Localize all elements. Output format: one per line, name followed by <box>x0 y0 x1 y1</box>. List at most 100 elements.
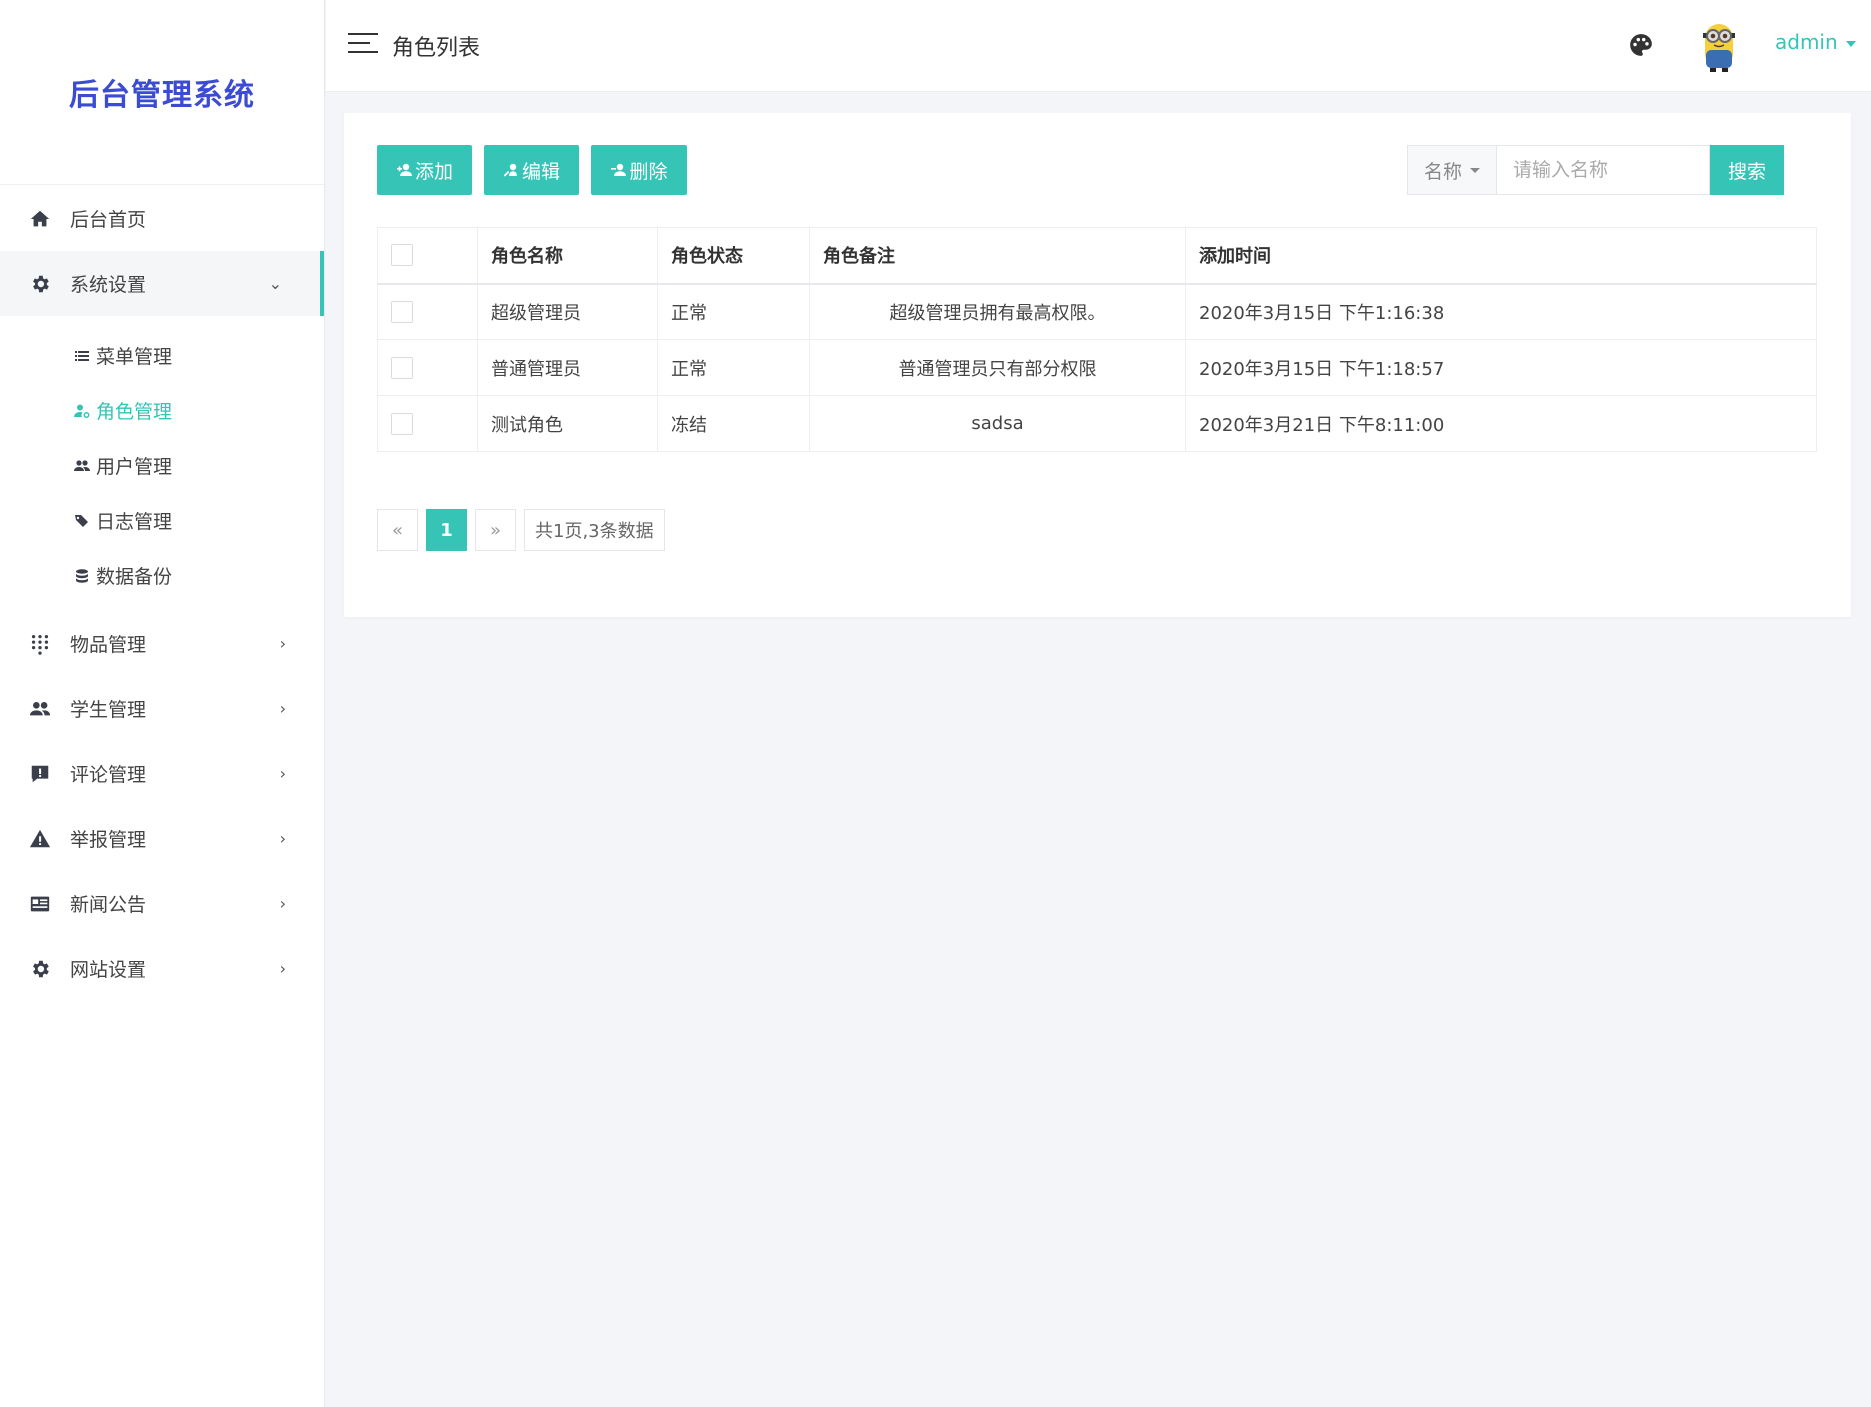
role-status: 正常 <box>657 283 810 340</box>
edit-button[interactable]: 编辑 <box>484 145 579 195</box>
chevron-right-icon: › <box>279 634 286 653</box>
role-created-time: 2020年3月15日 下午1:18:57 <box>1185 339 1817 396</box>
select-all-checkbox[interactable] <box>391 244 413 267</box>
grid-dots-icon <box>28 632 52 656</box>
list-icon <box>72 346 92 366</box>
role-name: 普通管理员 <box>477 339 658 396</box>
chevron-down-icon: ⌄ <box>268 274 282 293</box>
brand-title: 后台管理系统 <box>0 0 324 185</box>
column-header[interactable]: 添加时间 <box>1185 227 1817 285</box>
search-type-dropdown[interactable]: 名称 <box>1407 145 1497 195</box>
database-icon <box>72 566 92 586</box>
news-icon <box>28 892 52 916</box>
role-name: 超级管理员 <box>477 283 658 340</box>
roles-table: 角色名称 角色状态 角色备注 添加时间 超级管理员 正常 超级管理员拥有最高权限… <box>377 227 1817 452</box>
gear-icon <box>28 957 52 981</box>
sidebar-subitem-data-backup[interactable]: 数据备份 <box>0 548 324 603</box>
comment-icon <box>28 762 52 786</box>
sidebar-subitem-label: 菜单管理 <box>96 346 173 368</box>
user-plus-icon <box>396 163 412 176</box>
sidebar-subitem-role-management[interactable]: 角色管理 <box>0 383 324 438</box>
sidebar-subitem-log-management[interactable]: 日志管理 <box>0 493 324 548</box>
sidebar-item-label: 后台首页 <box>70 209 147 231</box>
users-icon <box>72 456 92 476</box>
chevron-right-icon: › <box>279 959 286 978</box>
sidebar-subitem-user-management[interactable]: 用户管理 <box>0 438 324 493</box>
next-page-button[interactable]: » <box>475 509 516 551</box>
sidebar-item-label: 评论管理 <box>70 764 147 786</box>
table-row[interactable]: 超级管理员 正常 超级管理员拥有最高权限。 2020年3月15日 下午1:16:… <box>377 283 1817 340</box>
table-row[interactable]: 普通管理员 正常 普通管理员只有部分权限 2020年3月15日 下午1:18:5… <box>377 339 1817 396</box>
gear-icon <box>28 272 52 296</box>
role-created-time: 2020年3月15日 下午1:16:38 <box>1185 283 1817 340</box>
sidebar-item-student-management[interactable]: 学生管理 › <box>0 676 324 741</box>
sidebar-nav: 后台首页 系统设置 ⌄ 菜单管理 角色管理 用户管理 日志管理 数据备份 物品管… <box>0 186 324 1001</box>
avatar[interactable] <box>1698 18 1740 74</box>
role-created-time: 2020年3月21日 下午8:11:00 <box>1185 395 1817 452</box>
sidebar-item-report-management[interactable]: 举报管理 › <box>0 806 324 871</box>
role-remark: 普通管理员只有部分权限 <box>809 339 1186 396</box>
sidebar-subitem-label: 日志管理 <box>96 511 173 533</box>
chevron-right-icon: › <box>279 699 286 718</box>
chevron-right-icon: › <box>279 764 286 783</box>
username: admin <box>1775 30 1838 54</box>
role-status: 冻结 <box>657 395 810 452</box>
row-checkbox[interactable] <box>391 412 413 435</box>
search-group: 名称 搜索 <box>1407 145 1784 195</box>
caret-down-icon <box>1470 167 1480 173</box>
palette-icon[interactable] <box>1628 32 1654 58</box>
row-checkbox[interactable] <box>391 356 413 379</box>
user-gear-icon <box>72 401 92 421</box>
search-button[interactable]: 搜索 <box>1710 145 1784 195</box>
delete-button[interactable]: 删除 <box>591 145 687 195</box>
role-remark: 超级管理员拥有最高权限。 <box>809 283 1186 340</box>
row-checkbox[interactable] <box>391 300 413 323</box>
sidebar-subitem-label: 用户管理 <box>96 456 173 478</box>
sidebar-item-label: 新闻公告 <box>70 894 147 916</box>
search-input[interactable] <box>1497 145 1710 195</box>
column-header[interactable]: 角色状态 <box>657 227 810 285</box>
table-header-row: 角色名称 角色状态 角色备注 添加时间 <box>377 227 1817 285</box>
sidebar-item-label: 系统设置 <box>70 274 147 296</box>
prev-page-button[interactable]: « <box>377 509 418 551</box>
caret-down-icon <box>1845 40 1856 47</box>
chevron-right-icon: › <box>279 894 286 913</box>
sidebar-item-comment-management[interactable]: 评论管理 › <box>0 741 324 806</box>
sidebar-subitem-menu-management[interactable]: 菜单管理 <box>0 328 324 383</box>
sidebar-item-label: 学生管理 <box>70 699 147 721</box>
sidebar-subitem-label: 角色管理 <box>96 401 173 423</box>
tags-icon <box>72 511 92 531</box>
user-menu[interactable]: admin <box>1775 30 1856 54</box>
add-button[interactable]: 添加 <box>377 145 472 195</box>
users-icon <box>28 697 52 721</box>
sidebar-subitem-label: 数据备份 <box>96 566 173 588</box>
sidebar-item-label: 举报管理 <box>70 829 147 851</box>
role-remark: sadsa <box>809 395 1186 452</box>
sidebar: 后台管理系统 后台首页 系统设置 ⌄ 菜单管理 角色管理 用户管理 日志管理 数… <box>0 0 325 1407</box>
sidebar-item-label: 网站设置 <box>70 959 147 981</box>
role-name: 测试角色 <box>477 395 658 452</box>
chevron-right-icon: › <box>279 829 286 848</box>
menu-toggle-icon[interactable] <box>348 33 378 57</box>
home-icon <box>28 207 52 231</box>
warning-icon <box>28 827 52 851</box>
pagination-summary: 共1页,3条数据 <box>524 509 665 551</box>
sidebar-item-site-settings[interactable]: 网站设置 › <box>0 936 324 1001</box>
top-header: 角色列表 admin <box>326 0 1871 92</box>
user-minus-icon <box>611 163 627 176</box>
page-button-current[interactable]: 1 <box>426 509 467 551</box>
user-edit-icon <box>503 163 517 177</box>
sidebar-item-system-settings[interactable]: 系统设置 ⌄ <box>0 251 324 316</box>
select-all-cell <box>377 227 478 285</box>
column-header[interactable]: 角色备注 <box>809 227 1186 285</box>
page-title: 角色列表 <box>392 36 481 61</box>
column-header[interactable]: 角色名称 <box>477 227 658 285</box>
sidebar-item-home[interactable]: 后台首页 <box>0 186 324 251</box>
main-panel: 添加 编辑 删除 名称 搜索 角色名称 角色状态 角色备注 添加时 <box>344 113 1851 617</box>
sidebar-item-news[interactable]: 新闻公告 › <box>0 871 324 936</box>
sidebar-item-items-management[interactable]: 物品管理 › <box>0 611 324 676</box>
pagination: « 1 » 共1页,3条数据 <box>377 509 665 551</box>
table-row[interactable]: 测试角色 冻结 sadsa 2020年3月21日 下午8:11:00 <box>377 395 1817 452</box>
role-status: 正常 <box>657 339 810 396</box>
sidebar-submenu: 菜单管理 角色管理 用户管理 日志管理 数据备份 <box>0 316 324 611</box>
